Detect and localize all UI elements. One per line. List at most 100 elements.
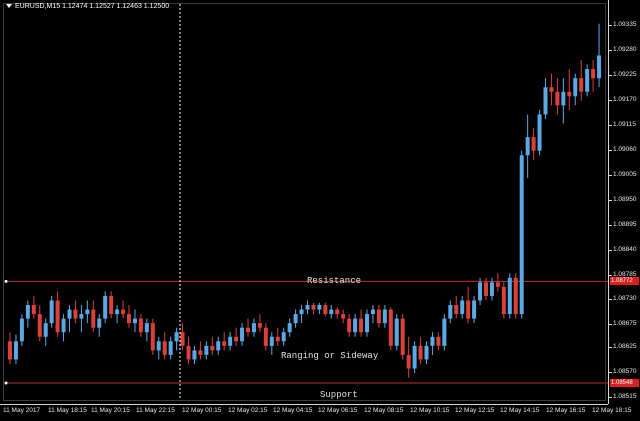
candle-body — [430, 336, 435, 346]
candle-body — [555, 91, 560, 106]
candle-body — [454, 305, 459, 315]
candle-body — [365, 314, 369, 333]
candle-body — [561, 91, 566, 106]
price-tick-label: 1.08675 — [609, 320, 637, 328]
resistance-price-tag: 1.08772 — [610, 277, 639, 286]
resistance-anchor — [4, 279, 8, 283]
candle-body — [317, 305, 322, 310]
price-tick-label: 1.08625 — [609, 343, 637, 351]
candle-body — [359, 318, 364, 333]
candle-body — [537, 114, 542, 151]
symbol-info: EURUSD,M15 1.12474 1.12527 1.12463 1.125… — [15, 3, 170, 10]
candle-body — [495, 282, 500, 287]
candle-body — [186, 345, 191, 360]
candle-body — [55, 300, 60, 333]
candle-body — [251, 323, 256, 333]
candle-body — [13, 341, 18, 360]
candle-body — [448, 305, 453, 319]
candle-body — [460, 300, 465, 315]
time-tick-label: 12 May 16:15 — [546, 407, 586, 414]
candle-body — [37, 314, 42, 337]
candle-body — [299, 309, 304, 315]
candle-body — [287, 323, 292, 333]
time-tick-label: 12 May 10:15 — [410, 407, 450, 414]
chart-area[interactable]: EURUSD,M15 1.12474 1.12527 1.12463 1.125… — [0, 0, 608, 404]
price-axis[interactable]: 1.09335 1.09280 1.09225 1.09170 1.09115 1.090… — [608, 0, 640, 404]
candle-body — [109, 295, 114, 315]
time-tick-label: 12 May 14:15 — [500, 407, 540, 414]
candle-body — [406, 354, 411, 369]
candle-body — [246, 327, 250, 333]
candle-body — [204, 345, 209, 355]
chart-header: EURUSD,M15 1.12474 1.12527 1.12463 1.125… — [6, 3, 169, 10]
price-tick-label: 1.09280 — [609, 45, 637, 53]
candle-body — [484, 282, 488, 296]
triangle-down-icon[interactable] — [6, 4, 12, 9]
time-tick-label: 11 May 18:15 — [48, 407, 87, 414]
candle-body — [67, 309, 72, 319]
price-tick-label: 1.09170 — [609, 95, 637, 103]
support-label: Support — [320, 390, 358, 400]
candle-body — [257, 323, 262, 328]
candle-body — [329, 309, 334, 315]
candle-body — [144, 323, 149, 333]
candle-body — [138, 318, 143, 333]
support-price-tag: 1.08548 — [610, 379, 639, 388]
candle-body — [341, 314, 346, 319]
candle-body — [121, 309, 126, 315]
candle-body — [73, 309, 78, 319]
candle-body — [192, 350, 197, 360]
candle-body — [531, 137, 536, 151]
candle-body — [234, 336, 239, 342]
price-tick-label: 1.08895 — [609, 220, 637, 228]
candle-body — [388, 309, 393, 346]
candle-body — [19, 318, 24, 342]
candle-body — [585, 69, 590, 92]
candlestick-chart — [4, 4, 608, 400]
candle-body — [311, 305, 316, 310]
candle-body — [472, 300, 477, 319]
candle-body — [370, 309, 375, 315]
price-tick-label: 1.08570 — [609, 368, 637, 376]
price-tick-label: 1.08950 — [609, 195, 637, 203]
candle-body — [573, 78, 578, 97]
candle-body — [85, 309, 90, 315]
candle-body — [305, 305, 310, 310]
candle-body — [501, 286, 506, 315]
candle-body — [382, 309, 387, 324]
time-tick-label: 12 May 06:15 — [318, 407, 358, 414]
candle-body — [8, 341, 12, 360]
candle-body — [79, 314, 84, 319]
time-tick-label: 11 May 22:15 — [136, 407, 175, 414]
candle-body — [394, 318, 399, 346]
candle-body — [222, 341, 227, 346]
candle-body — [115, 309, 120, 315]
candle-body — [263, 327, 268, 346]
time-tick-label: 12 May 02:15 — [228, 407, 268, 414]
candle-body — [275, 336, 280, 342]
candle-body — [567, 91, 572, 97]
time-tick-label: 12 May 08:15 — [364, 407, 404, 414]
price-tick-label: 1.09060 — [609, 145, 637, 153]
price-tick-label: 1.08515 — [609, 393, 637, 400]
candle-body — [216, 341, 221, 351]
candle-body — [240, 327, 245, 342]
candle-body — [25, 305, 30, 319]
price-tick-label: 1.09115 — [608, 120, 637, 128]
candle-body — [281, 332, 286, 342]
candle-body — [293, 314, 298, 324]
candle-body — [150, 323, 155, 351]
time-tick-label: 11 May 2017 — [3, 407, 41, 414]
candle-body — [168, 341, 173, 355]
candle-body — [543, 87, 548, 115]
resistance-label: Resistance — [307, 276, 362, 286]
candle-body — [347, 318, 352, 333]
candle-body — [442, 318, 447, 346]
candle-body — [507, 277, 512, 315]
time-axis[interactable]: 11 May 2017 11 May 18:15 11 May 20:15 11 Ma… — [0, 404, 631, 421]
candle-body — [61, 318, 66, 333]
price-tick-label: 1.08840 — [609, 245, 637, 253]
candle-body — [103, 295, 108, 319]
candle-body — [162, 341, 167, 355]
candle-body — [424, 345, 429, 360]
